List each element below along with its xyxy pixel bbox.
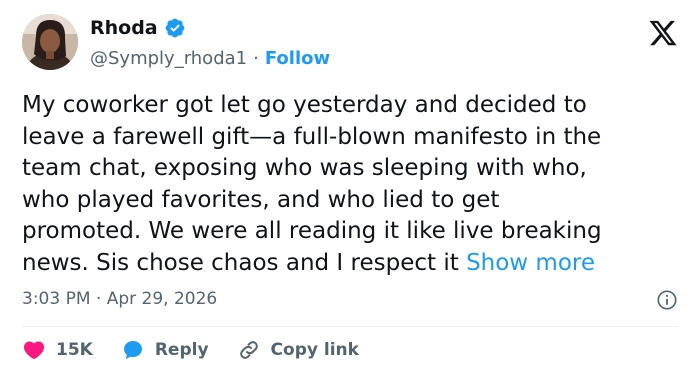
separator-dot: · <box>253 48 259 69</box>
tweet-line-text: news. Sis chose chaos and I respect it <box>22 249 467 276</box>
tweet-date[interactable]: Apr 29, 2026 <box>107 289 218 309</box>
reply-label: Reply <box>154 340 209 360</box>
tweet-line: promoted. We were all reading it like li… <box>22 218 602 244</box>
like-count: 15K <box>56 340 93 360</box>
author-handle[interactable]: @Symply_rhoda1 <box>90 47 247 71</box>
heart-icon <box>23 341 45 360</box>
author-name-row: Rhoda <box>90 16 186 40</box>
action-bar: 15K Reply Copy link <box>22 338 387 362</box>
tweet-text: My coworker got let go yesterday and dec… <box>22 90 682 279</box>
tweet-line: team chat, exposing who was sleeping wit… <box>22 155 587 181</box>
follow-button[interactable]: Follow <box>265 47 330 71</box>
copy-link-button[interactable]: Copy link <box>237 338 359 362</box>
divider <box>22 326 678 327</box>
tweet-line: leave a farewell gift—a full-blown manif… <box>22 123 602 150</box>
tweet-line: My coworker got let go yesterday and dec… <box>22 92 587 118</box>
separator-dot: · <box>95 289 102 309</box>
reply-button[interactable]: Reply <box>121 338 209 362</box>
tweet-time[interactable]: 3:03 PM <box>22 289 91 309</box>
tweet-line-last: news. Sis chose chaos and I respect it S… <box>22 248 682 280</box>
link-icon <box>239 341 258 359</box>
like-button[interactable]: 15K <box>22 338 93 362</box>
reply-bubble-icon <box>123 341 142 359</box>
show-more-link[interactable]: Show more <box>466 250 595 276</box>
copy-link-label: Copy link <box>270 340 359 360</box>
avatar[interactable] <box>22 14 78 70</box>
x-logo-icon[interactable] <box>648 18 678 48</box>
handle-row: @Symply_rhoda1 · Follow <box>90 47 330 71</box>
verified-badge-icon <box>165 18 185 38</box>
info-icon[interactable] <box>656 289 678 311</box>
tweet-line: who played favorites, and who lied to ge… <box>22 186 500 213</box>
timestamp[interactable]: 3:03 PM · Apr 29, 2026 <box>22 287 217 311</box>
display-name[interactable]: Rhoda <box>90 16 158 40</box>
tweet-card: Rhoda @Symply_rhoda1 · Follow My coworke… <box>0 0 700 379</box>
